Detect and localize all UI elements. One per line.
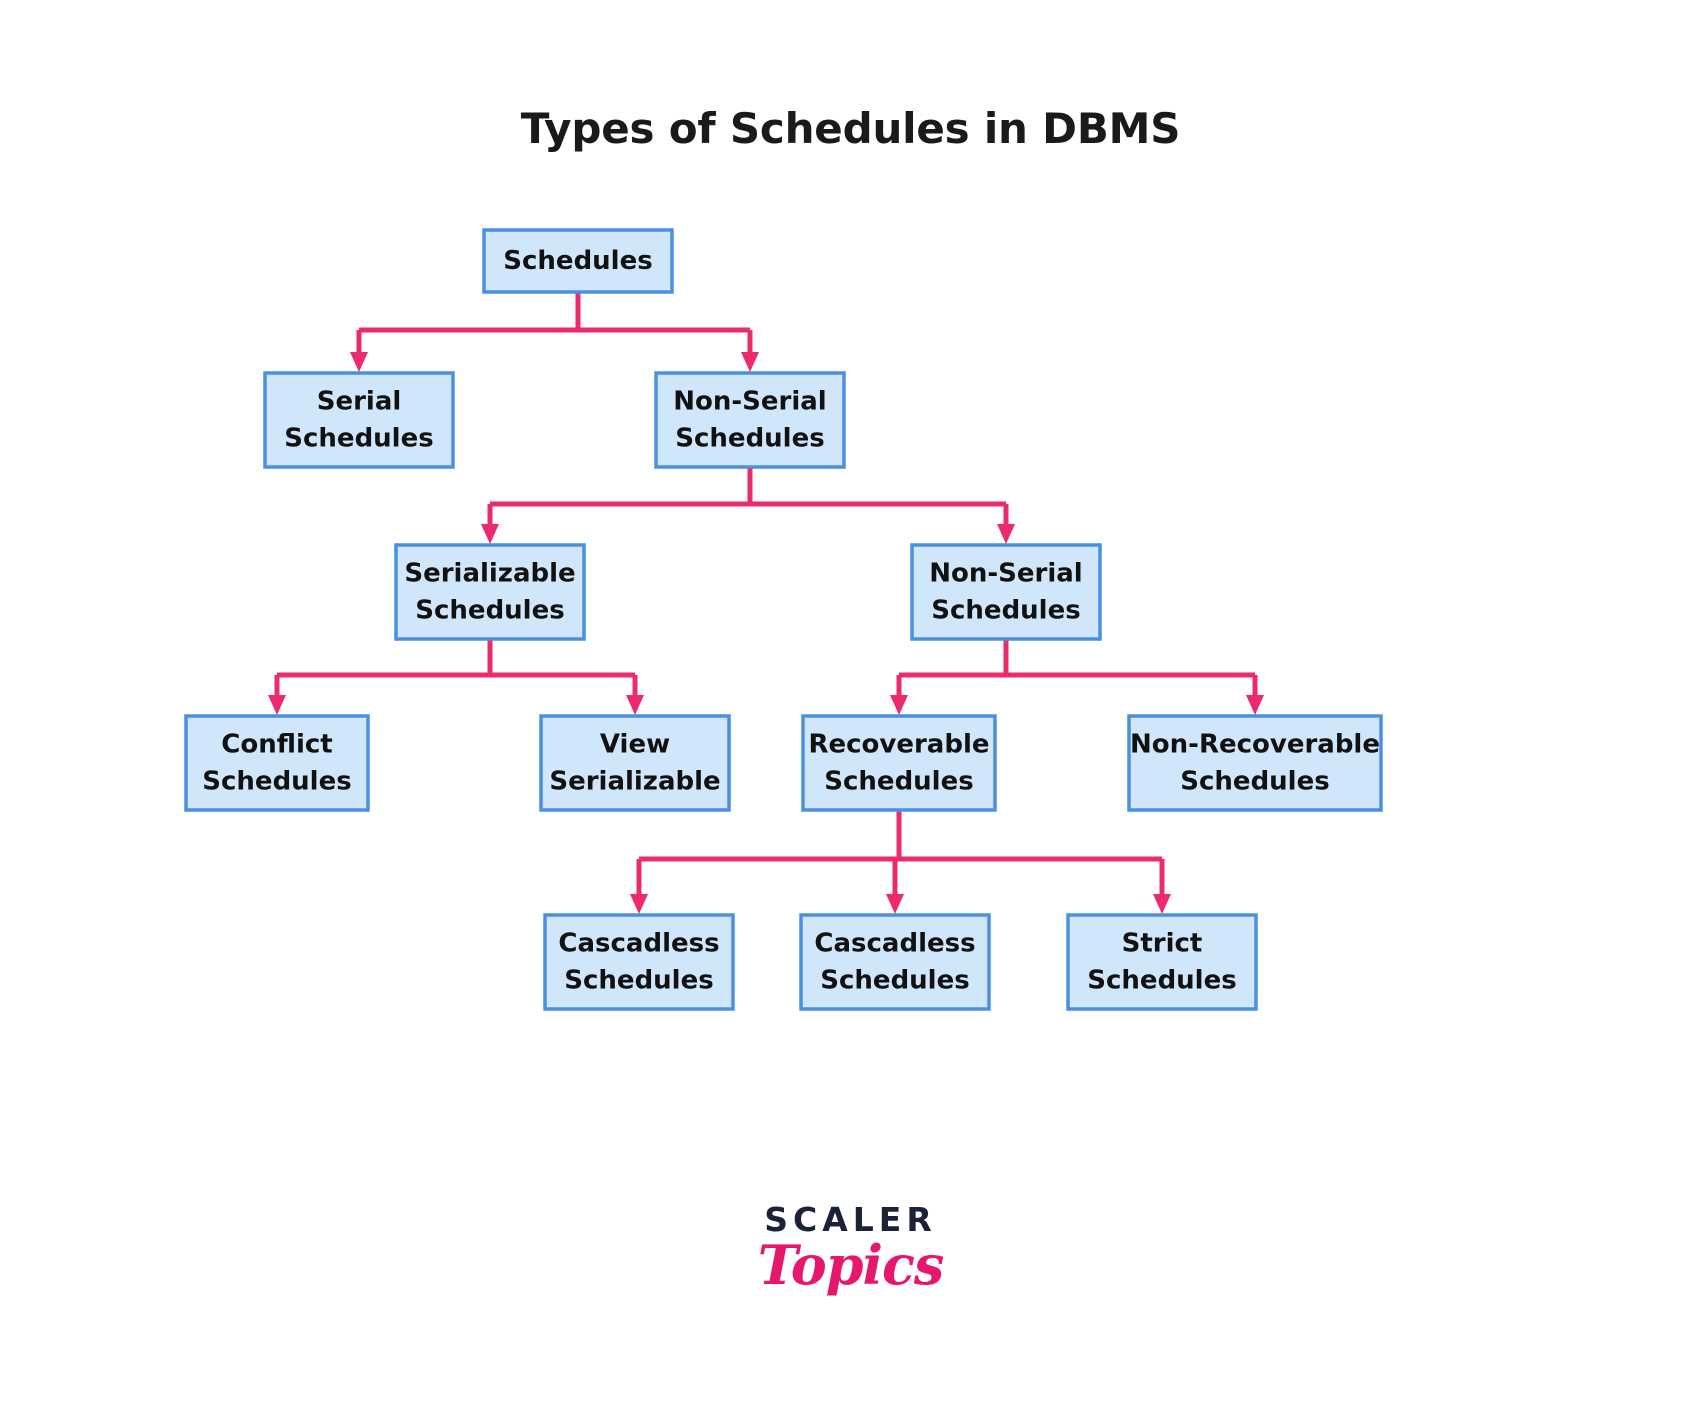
arrowhead-icon	[741, 352, 759, 372]
node-layer: Schedules Serial Schedules Non-Serial Schedu…	[184, 228, 1383, 1011]
arrowhead-icon	[268, 695, 286, 715]
node-label-schedules: Schedules	[503, 246, 652, 276]
arrowhead-icon	[630, 894, 648, 914]
node-recoverable[interactable]: Recoverable Schedules	[801, 714, 997, 812]
arrowhead-icon	[626, 695, 644, 715]
diagram-page: Types of Schedules in DBMS Schedules Seri…	[0, 0, 1701, 1419]
topics-wordmark: Topics	[757, 1233, 945, 1297]
node-cascadless-1[interactable]: Cascadless Schedules	[543, 913, 735, 1011]
node-view-serializable[interactable]: View Serializable	[539, 714, 731, 812]
arrowhead-icon	[997, 524, 1015, 544]
node-non-serial[interactable]: Non-Serial Schedules	[654, 371, 846, 469]
node-serializable[interactable]: Serializable Schedules	[394, 543, 586, 641]
node-serial[interactable]: Serial Schedules	[263, 371, 455, 469]
arrowhead-icon	[481, 524, 499, 544]
node-non-recoverable[interactable]: Non-Recoverable Schedules	[1127, 714, 1383, 812]
node-cascadless-2[interactable]: Cascadless Schedules	[799, 913, 991, 1011]
arrowhead-icon	[1153, 894, 1171, 914]
node-schedules[interactable]: Schedules	[482, 228, 674, 294]
node-strict[interactable]: Strict Schedules	[1066, 913, 1258, 1011]
arrowhead-icon	[890, 695, 908, 715]
node-conflict[interactable]: Conflict Schedules	[184, 714, 370, 812]
arrowhead-icon	[350, 352, 368, 372]
arrowhead-icon	[1246, 695, 1264, 715]
node-non-serial-2[interactable]: Non-Serial Schedules	[910, 543, 1102, 641]
arrowhead-icon	[886, 894, 904, 914]
